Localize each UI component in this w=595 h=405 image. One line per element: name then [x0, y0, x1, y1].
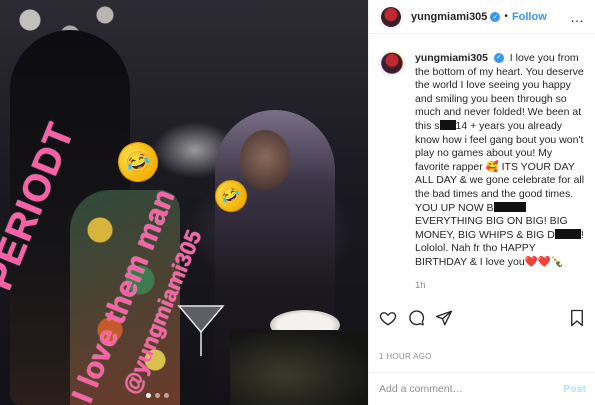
comment-bubble-icon[interactable]: [407, 309, 425, 327]
redaction-block: [439, 119, 456, 130]
add-comment-input[interactable]: [379, 383, 564, 395]
avatar[interactable]: [379, 50, 405, 76]
caption-text: yungmiami305 ✓ I love you from the botto…: [415, 52, 585, 270]
post-photo[interactable]: PERIODT I love them man @yungmiami305 😂 …: [0, 0, 368, 405]
bookmark-icon[interactable]: [568, 309, 586, 327]
header-separator: •: [504, 11, 508, 22]
comments-section[interactable]: yungmiami305 ✓ I love you from the botto…: [369, 34, 595, 306]
avatar[interactable]: [379, 5, 403, 29]
carousel-dot[interactable]: [146, 393, 151, 398]
caption-segment: 14 + years you already know how i feel g…: [415, 119, 585, 214]
caption-body: yungmiami305 ✓ I love you from the botto…: [415, 52, 585, 291]
martini-glass: [177, 305, 225, 356]
bottle-emoji: 🍾: [550, 255, 564, 268]
follow-button[interactable]: Follow: [512, 11, 547, 23]
caption-time[interactable]: 1h: [415, 280, 585, 291]
carousel-dots: [146, 393, 169, 398]
more-options-icon[interactable]: …: [570, 9, 585, 25]
post-header: yungmiami305 ✓ • Follow …: [369, 0, 595, 34]
post-side-panel: yungmiami305 ✓ • Follow … yungmiami305 ✓…: [368, 0, 595, 405]
person-right-face: [240, 130, 290, 190]
carousel-dot[interactable]: [164, 393, 169, 398]
like-heart-icon[interactable]: [379, 309, 397, 327]
share-paper-plane-icon[interactable]: [435, 309, 453, 327]
caption-segment: EVERYTHING BIG ON BIG! BIG MONEY, BIG WH…: [415, 215, 568, 241]
redaction-block: [554, 228, 581, 239]
post-timestamp[interactable]: 1 HOUR AGO: [379, 352, 432, 361]
caption-comment: yungmiami305 ✓ I love you from the botto…: [379, 52, 585, 291]
post-comment-button[interactable]: Post: [563, 383, 586, 395]
header-username[interactable]: yungmiami305: [411, 11, 487, 23]
add-comment-bar: Post: [369, 372, 595, 405]
action-bar: [369, 303, 595, 333]
table-food: [230, 330, 368, 405]
caption-username[interactable]: yungmiami305: [415, 52, 488, 64]
verified-badge-icon: ✓: [493, 53, 504, 64]
hearts-emoji: ❤️❤️: [524, 255, 551, 268]
redaction-block: [493, 201, 526, 212]
verified-badge-icon: ✓: [490, 11, 501, 22]
carousel-dot[interactable]: [155, 393, 160, 398]
